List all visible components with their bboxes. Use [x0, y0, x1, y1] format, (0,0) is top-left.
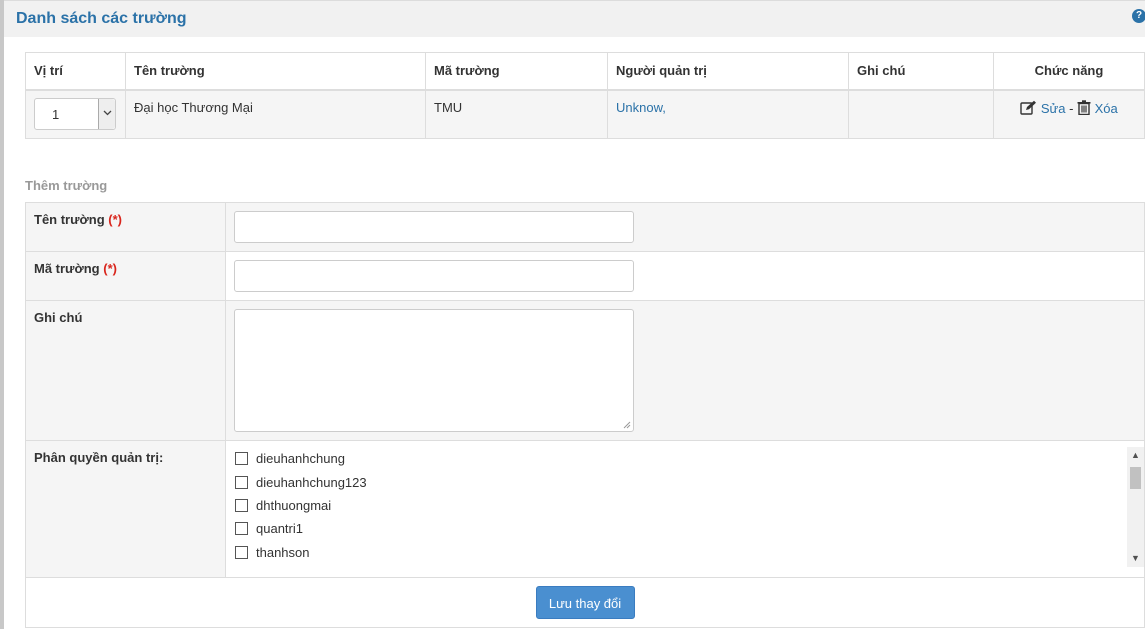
school-code-input[interactable]: [234, 260, 634, 292]
scrollbar[interactable]: ▲ ▼: [1127, 447, 1144, 567]
add-section-title: Thêm trường: [25, 178, 108, 193]
schools-table: Vị trí Tên trường Mã trường Người quản t…: [25, 52, 1145, 139]
list-item[interactable]: dieuhanhchung123: [234, 470, 1136, 493]
scroll-up-icon[interactable]: ▲: [1127, 447, 1144, 464]
edit-icon[interactable]: [1020, 100, 1041, 116]
note-label: Ghi chú: [25, 300, 226, 441]
checkbox[interactable]: [235, 452, 248, 466]
checkbox[interactable]: [235, 522, 248, 536]
user-name: dieuhanhchung123: [256, 474, 367, 490]
position-select[interactable]: 1: [34, 97, 116, 130]
col-note[interactable]: Ghi chú: [848, 52, 994, 91]
checkbox[interactable]: [235, 498, 248, 512]
permissions-list[interactable]: dieuhanhchung dieuhanhchung123 dhthuongm…: [234, 447, 1144, 567]
form-row-code: Mã trường (*): [25, 251, 1145, 301]
action-separator: -: [1065, 100, 1078, 116]
left-edge: [0, 0, 4, 629]
page-title: Danh sách các trường: [16, 10, 187, 27]
school-name-input[interactable]: [234, 211, 634, 243]
add-school-form: Tên trường (*) Mã trường (*) Ghi chú Phâ…: [25, 202, 1145, 628]
scroll-thumb[interactable]: [1130, 467, 1141, 489]
col-actions: Chức năng: [993, 52, 1145, 91]
code-label-text: Mã trường: [34, 261, 100, 276]
col-position[interactable]: Vị trí: [25, 52, 126, 91]
permissions-label: Phân quyền quản trị:: [25, 440, 226, 578]
code-label: Mã trường (*): [25, 251, 226, 301]
user-name: dhthuongmai: [256, 497, 332, 513]
form-row-name: Tên trường (*): [25, 202, 1145, 252]
required-mark: (*): [108, 212, 122, 227]
list-item[interactable]: thanhson: [234, 541, 1136, 564]
trash-icon[interactable]: [1077, 99, 1095, 116]
help-icon[interactable]: ?: [1132, 9, 1145, 23]
col-admin[interactable]: Người quản trị: [607, 52, 849, 91]
edit-link[interactable]: Sửa: [1041, 101, 1066, 116]
list-item[interactable]: quantri1: [234, 517, 1136, 540]
user-name: thanhson: [256, 544, 310, 560]
save-button[interactable]: Lưu thay đổi: [535, 586, 635, 619]
school-note: [848, 89, 994, 139]
list-item[interactable]: dieuhanhchung: [234, 447, 1136, 470]
col-code[interactable]: Mã trường: [425, 52, 608, 91]
form-footer: Lưu thay đổi: [25, 577, 1145, 628]
school-name: Đại học Thương Mại: [125, 89, 426, 139]
checkbox[interactable]: [235, 475, 248, 489]
name-label: Tên trường (*): [25, 202, 226, 252]
list-item[interactable]: dhthuongmai: [234, 494, 1136, 517]
required-mark: (*): [103, 261, 117, 276]
table-row: 1 Đại học Thương Mại TMU Unknow, Sửa - X…: [25, 89, 1145, 139]
name-label-text: Tên trường: [34, 212, 105, 227]
school-code: TMU: [425, 89, 608, 139]
delete-link[interactable]: Xóa: [1095, 101, 1118, 116]
chevron-down-icon[interactable]: [98, 98, 115, 129]
user-name: dieuhanhchung: [256, 451, 345, 467]
table-header-row: Vị trí Tên trường Mã trường Người quản t…: [25, 52, 1145, 91]
resize-grip-icon[interactable]: [623, 421, 631, 429]
user-name: quantri1: [256, 521, 303, 537]
row-actions: Sửa - Xóa: [993, 89, 1145, 139]
scroll-down-icon[interactable]: ▼: [1127, 550, 1144, 567]
col-name[interactable]: Tên trường: [125, 52, 426, 91]
page-header: Danh sách các trường: [4, 0, 1145, 37]
form-row-permissions: Phân quyền quản trị: dieuhanhchung dieuh…: [25, 440, 1145, 578]
form-row-note: Ghi chú: [25, 300, 1145, 441]
note-textarea[interactable]: [234, 309, 634, 432]
position-value: 1: [52, 106, 60, 122]
admin-link[interactable]: Unknow,: [616, 100, 666, 115]
checkbox[interactable]: [235, 545, 248, 559]
